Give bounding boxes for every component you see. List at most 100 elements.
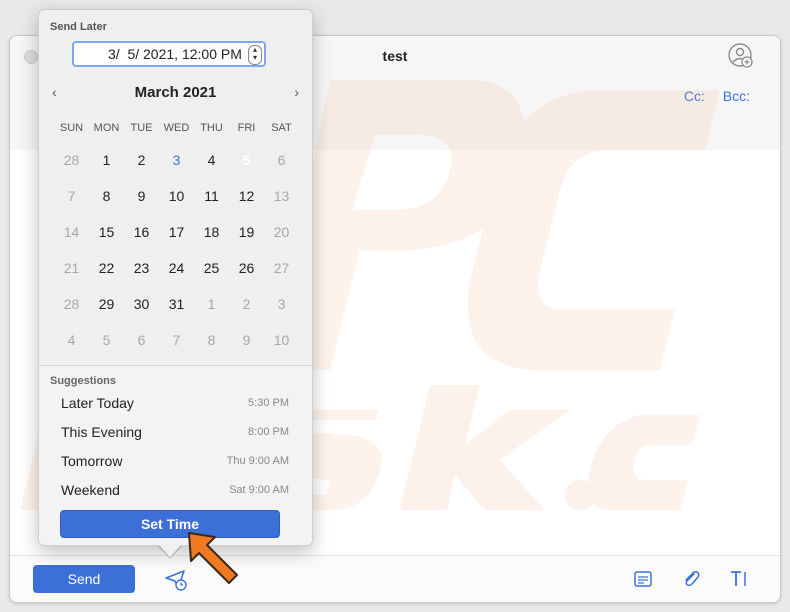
calendar-day[interactable]: 23	[124, 250, 159, 286]
weekday-label: MON	[93, 122, 120, 134]
calendar-day[interactable]: 27	[264, 250, 299, 286]
suggestion-time: Sat 9:00 AM	[229, 484, 289, 496]
calendar-day[interactable]: 10	[159, 178, 194, 214]
format-text-icon[interactable]	[728, 568, 750, 590]
calendar-day[interactable]: 24	[159, 250, 194, 286]
attachment-icon[interactable]	[680, 568, 702, 590]
calendar-day-number: 10	[273, 332, 290, 348]
calendar-day-number: 30	[133, 296, 150, 312]
calendar-day-number: 31	[168, 296, 185, 312]
calendar-day[interactable]: 21	[54, 250, 89, 286]
calendar-day-number: 14	[63, 224, 80, 240]
calendar-day[interactable]: 8	[89, 178, 124, 214]
next-month-button[interactable]: ›	[294, 84, 299, 100]
calendar-day[interactable]: 28	[54, 286, 89, 322]
weekday-label: THU	[200, 122, 223, 134]
suggestion-this-evening[interactable]: This Evening 8:00 PM	[39, 419, 312, 447]
suggestion-label: This Evening	[61, 424, 142, 440]
calendar-day-number: 7	[172, 332, 181, 348]
calendar-day-number: 22	[98, 260, 115, 276]
calendar-day[interactable]: 12	[229, 178, 264, 214]
calendar-day[interactable]: 28	[54, 142, 89, 178]
header-fields-icon[interactable]	[632, 568, 654, 590]
calendar-day-number: 11	[204, 188, 219, 204]
suggestion-tomorrow[interactable]: Tomorrow Thu 9:00 AM	[39, 448, 312, 476]
calendar-day[interactable]: 26	[229, 250, 264, 286]
calendar-day-number: 9	[242, 332, 251, 348]
calendar-day[interactable]: 10	[264, 322, 299, 358]
cc-link[interactable]: Cc:	[684, 88, 705, 104]
calendar-day-number: 1	[207, 296, 216, 312]
send-later-popover: Send Later 3/ 5/ 2021, 12:00 PM ▴ ▾ ‹ Mar…	[38, 9, 313, 546]
suggestion-time: 8:00 PM	[248, 426, 289, 438]
calendar-grid: 28 1 2 3 4 5 6 7 8 9 10 11 12 13 14 15 16 17 18 19 20 21 22 23 2…	[54, 142, 299, 358]
suggestion-label: Later Today	[61, 395, 134, 411]
calendar-day-number: 19	[238, 224, 255, 240]
calendar-day[interactable]: 31	[159, 286, 194, 322]
calendar-day[interactable]: 9	[124, 178, 159, 214]
weekday-header: SUN MON TUE WED THU FRI SAT	[54, 122, 299, 138]
calendar-day-number: 4	[67, 332, 76, 348]
calendar-day[interactable]: 19	[229, 214, 264, 250]
calendar-day-today[interactable]: 3	[159, 142, 194, 178]
calendar-day[interactable]: 14	[54, 214, 89, 250]
calendar-day[interactable]: 16	[124, 214, 159, 250]
calendar-day[interactable]: 3	[264, 286, 299, 322]
weekday-label: TUE	[130, 122, 153, 134]
calendar-day-number: 18	[203, 224, 220, 240]
calendar-day[interactable]: 2	[229, 286, 264, 322]
calendar-day-number: 25	[203, 260, 220, 276]
calendar-day[interactable]: 1	[194, 286, 229, 322]
datetime-input[interactable]: 3/ 5/ 2021, 12:00 PM ▴ ▾	[72, 41, 266, 67]
calendar-day[interactable]: 4	[194, 142, 229, 178]
calendar-day[interactable]: 22	[89, 250, 124, 286]
weekday-label: SUN	[59, 122, 84, 134]
calendar-day[interactable]: 17	[159, 214, 194, 250]
suggestion-time: 5:30 PM	[248, 397, 289, 409]
pointer-arrow-icon	[188, 532, 238, 584]
calendar-day-number: 17	[168, 224, 185, 240]
calendar-day-number: 15	[98, 224, 115, 240]
weekday-label: WED	[163, 122, 190, 134]
calendar-day[interactable]: 6	[124, 322, 159, 358]
calendar-day-number: 8	[207, 332, 216, 348]
calendar-day[interactable]: 7	[159, 322, 194, 358]
calendar-day-number: 16	[133, 224, 150, 240]
datetime-value[interactable]: 3/ 5/ 2021, 12:00 PM	[108, 46, 248, 62]
datetime-stepper[interactable]: ▴ ▾	[248, 45, 262, 65]
calendar-day[interactable]: 2	[124, 142, 159, 178]
calendar-day[interactable]: 13	[264, 178, 299, 214]
weekday-label: SAT	[271, 122, 292, 134]
calendar-day[interactable]: 30	[124, 286, 159, 322]
calendar-day-number: 5	[242, 152, 251, 168]
calendar-day[interactable]: 5	[89, 322, 124, 358]
calendar-day[interactable]: 6	[264, 142, 299, 178]
month-label: March 2021	[134, 84, 217, 101]
calendar-day[interactable]: 9	[229, 322, 264, 358]
calendar-day[interactable]: 8	[194, 322, 229, 358]
calendar-day[interactable]: 18	[194, 214, 229, 250]
calendar-day[interactable]: 7	[54, 178, 89, 214]
calendar-day[interactable]: 4	[54, 322, 89, 358]
send-button[interactable]: Send	[33, 565, 135, 593]
calendar-day-number: 26	[238, 260, 255, 276]
contacts-add-icon[interactable]	[728, 43, 754, 69]
calendar-day[interactable]: 1	[89, 142, 124, 178]
calendar-day-number: 29	[98, 296, 115, 312]
send-later-heading: Send Later	[50, 21, 107, 33]
calendar-day[interactable]: 15	[89, 214, 124, 250]
calendar-day-selected[interactable]: 5	[229, 142, 264, 178]
calendar-day-number: 28	[63, 152, 80, 168]
set-time-button[interactable]: Set Time	[60, 510, 280, 538]
calendar-day-number: 28	[63, 296, 80, 312]
bcc-link[interactable]: Bcc:	[723, 88, 750, 104]
suggestion-weekend[interactable]: Weekend Sat 9:00 AM	[39, 477, 312, 505]
suggestion-later-today[interactable]: Later Today 5:30 PM	[39, 390, 312, 418]
calendar-day[interactable]: 11	[194, 178, 229, 214]
calendar-day-number: 9	[137, 188, 146, 204]
calendar-day-number: 6	[137, 332, 146, 348]
calendar-day[interactable]: 29	[89, 286, 124, 322]
calendar-day[interactable]: 20	[264, 214, 299, 250]
calendar-day[interactable]: 25	[194, 250, 229, 286]
suggestion-label: Weekend	[61, 482, 120, 498]
